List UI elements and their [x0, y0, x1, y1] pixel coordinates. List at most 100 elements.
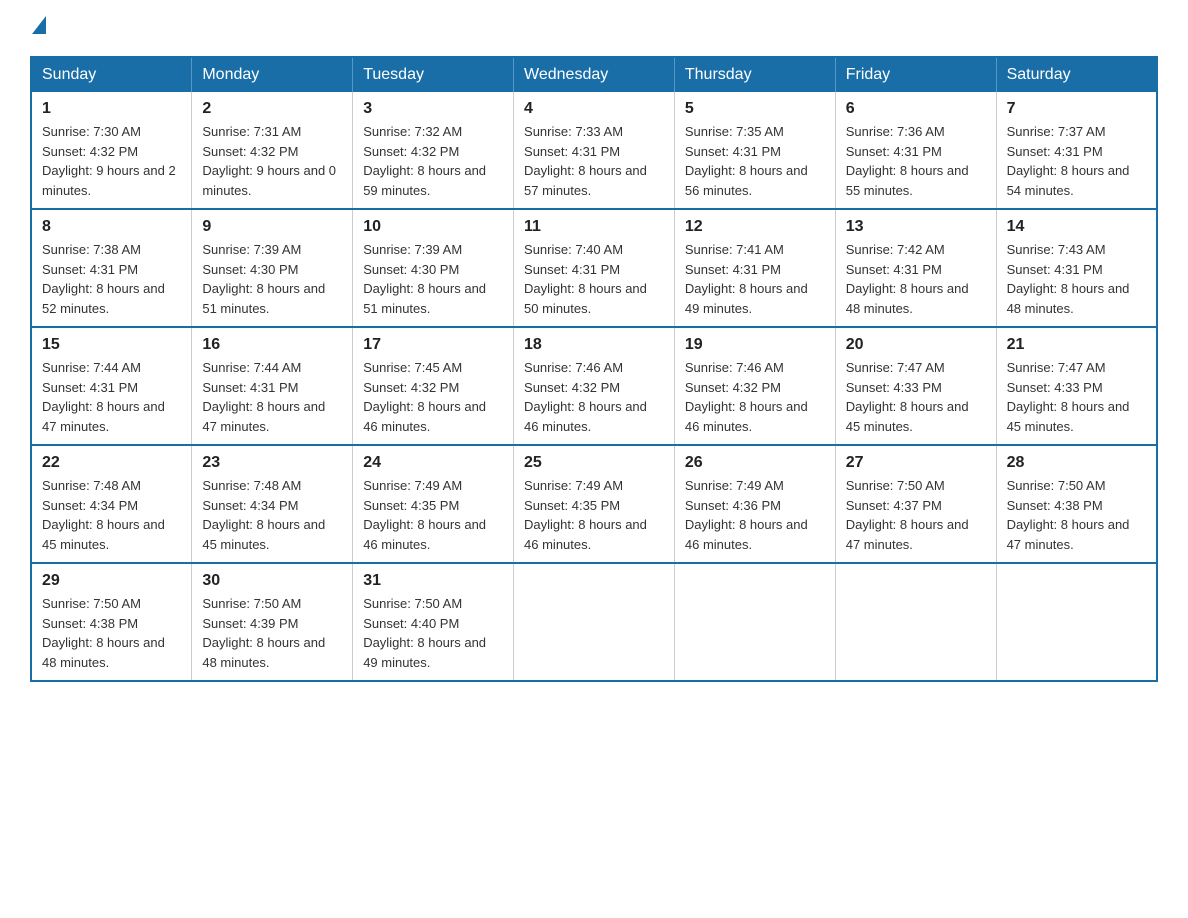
- day-info: Sunrise: 7:31 AMSunset: 4:32 PMDaylight:…: [202, 124, 336, 198]
- day-info: Sunrise: 7:39 AMSunset: 4:30 PMDaylight:…: [202, 242, 325, 316]
- day-number: 23: [202, 454, 342, 472]
- day-info: Sunrise: 7:44 AMSunset: 4:31 PMDaylight:…: [202, 360, 325, 434]
- calendar-day-cell: 13 Sunrise: 7:42 AMSunset: 4:31 PMDayligh…: [835, 209, 996, 327]
- day-number: 3: [363, 100, 503, 118]
- calendar-day-cell: 10Sunrise: 7:39 AMSunset: 4:30 PMDayligh…: [353, 209, 514, 327]
- day-number: 2: [202, 100, 342, 118]
- day-number: 25: [524, 454, 664, 472]
- weekday-header-wednesday: Wednesday: [514, 57, 675, 92]
- day-info: Sunrise: 7:50 AMSunset: 4:40 PMDaylight:…: [363, 596, 486, 670]
- logo-triangle-icon: [32, 16, 46, 34]
- day-info: Sunrise: 7:48 AMSunset: 4:34 PMDaylight:…: [42, 478, 165, 552]
- day-number: 18: [524, 336, 664, 354]
- day-info: Sunrise: 7:50 AMSunset: 4:38 PMDaylight:…: [1007, 478, 1130, 552]
- calendar-day-cell: 21 Sunrise: 7:47 AMSunset: 4:33 PMDayligh…: [996, 327, 1157, 445]
- weekday-header-sunday: Sunday: [31, 57, 192, 92]
- calendar-day-cell: 8 Sunrise: 7:38 AMSunset: 4:31 PMDaylight…: [31, 209, 192, 327]
- logo: [30, 20, 50, 38]
- day-info: Sunrise: 7:47 AMSunset: 4:33 PMDaylight:…: [846, 360, 969, 434]
- calendar-day-cell: 4 Sunrise: 7:33 AMSunset: 4:31 PMDaylight…: [514, 92, 675, 209]
- day-number: 13: [846, 218, 986, 236]
- day-info: Sunrise: 7:45 AMSunset: 4:32 PMDaylight:…: [363, 360, 486, 434]
- day-info: Sunrise: 7:49 AMSunset: 4:35 PMDaylight:…: [363, 478, 486, 552]
- day-number: 27: [846, 454, 986, 472]
- day-number: 7: [1007, 100, 1146, 118]
- calendar-week-row: 15 Sunrise: 7:44 AMSunset: 4:31 PMDayligh…: [31, 327, 1157, 445]
- calendar-day-cell: 28Sunrise: 7:50 AMSunset: 4:38 PMDayligh…: [996, 445, 1157, 563]
- day-info: Sunrise: 7:36 AMSunset: 4:31 PMDaylight:…: [846, 124, 969, 198]
- calendar-day-cell: [835, 563, 996, 681]
- calendar-day-cell: 12 Sunrise: 7:41 AMSunset: 4:31 PMDayligh…: [674, 209, 835, 327]
- day-info: Sunrise: 7:41 AMSunset: 4:31 PMDaylight:…: [685, 242, 808, 316]
- calendar-day-cell: 17 Sunrise: 7:45 AMSunset: 4:32 PMDayligh…: [353, 327, 514, 445]
- day-info: Sunrise: 7:46 AMSunset: 4:32 PMDaylight:…: [685, 360, 808, 434]
- calendar-table: SundayMondayTuesdayWednesdayThursdayFrid…: [30, 56, 1158, 682]
- calendar-day-cell: 24 Sunrise: 7:49 AMSunset: 4:35 PMDayligh…: [353, 445, 514, 563]
- day-info: Sunrise: 7:44 AMSunset: 4:31 PMDaylight:…: [42, 360, 165, 434]
- day-number: 29: [42, 572, 181, 590]
- calendar-week-row: 29Sunrise: 7:50 AMSunset: 4:38 PMDayligh…: [31, 563, 1157, 681]
- calendar-day-cell: 9Sunrise: 7:39 AMSunset: 4:30 PMDaylight…: [192, 209, 353, 327]
- calendar-day-cell: 26Sunrise: 7:49 AMSunset: 4:36 PMDayligh…: [674, 445, 835, 563]
- calendar-day-cell: 20Sunrise: 7:47 AMSunset: 4:33 PMDayligh…: [835, 327, 996, 445]
- day-number: 8: [42, 218, 181, 236]
- calendar-day-cell: 29Sunrise: 7:50 AMSunset: 4:38 PMDayligh…: [31, 563, 192, 681]
- day-info: Sunrise: 7:47 AMSunset: 4:33 PMDaylight:…: [1007, 360, 1130, 434]
- weekday-header-thursday: Thursday: [674, 57, 835, 92]
- weekday-header-tuesday: Tuesday: [353, 57, 514, 92]
- calendar-day-cell: 6Sunrise: 7:36 AMSunset: 4:31 PMDaylight…: [835, 92, 996, 209]
- calendar-day-cell: 30 Sunrise: 7:50 AMSunset: 4:39 PMDayligh…: [192, 563, 353, 681]
- day-number: 19: [685, 336, 825, 354]
- calendar-day-cell: 1 Sunrise: 7:30 AMSunset: 4:32 PMDaylight…: [31, 92, 192, 209]
- day-info: Sunrise: 7:49 AMSunset: 4:36 PMDaylight:…: [685, 478, 808, 552]
- day-number: 22: [42, 454, 181, 472]
- day-number: 16: [202, 336, 342, 354]
- day-info: Sunrise: 7:50 AMSunset: 4:37 PMDaylight:…: [846, 478, 969, 552]
- calendar-day-cell: 19 Sunrise: 7:46 AMSunset: 4:32 PMDayligh…: [674, 327, 835, 445]
- day-number: 12: [685, 218, 825, 236]
- calendar-day-cell: 27 Sunrise: 7:50 AMSunset: 4:37 PMDayligh…: [835, 445, 996, 563]
- calendar-day-cell: 31 Sunrise: 7:50 AMSunset: 4:40 PMDayligh…: [353, 563, 514, 681]
- day-info: Sunrise: 7:46 AMSunset: 4:32 PMDaylight:…: [524, 360, 647, 434]
- day-number: 1: [42, 100, 181, 118]
- day-info: Sunrise: 7:37 AMSunset: 4:31 PMDaylight:…: [1007, 124, 1130, 198]
- calendar-day-cell: 16 Sunrise: 7:44 AMSunset: 4:31 PMDayligh…: [192, 327, 353, 445]
- calendar-day-cell: 23 Sunrise: 7:48 AMSunset: 4:34 PMDayligh…: [192, 445, 353, 563]
- page-header: [30, 20, 1158, 38]
- day-number: 24: [363, 454, 503, 472]
- day-number: 15: [42, 336, 181, 354]
- day-info: Sunrise: 7:38 AMSunset: 4:31 PMDaylight:…: [42, 242, 165, 316]
- day-info: Sunrise: 7:33 AMSunset: 4:31 PMDaylight:…: [524, 124, 647, 198]
- day-info: Sunrise: 7:40 AMSunset: 4:31 PMDaylight:…: [524, 242, 647, 316]
- calendar-week-row: 8 Sunrise: 7:38 AMSunset: 4:31 PMDaylight…: [31, 209, 1157, 327]
- calendar-day-cell: 2 Sunrise: 7:31 AMSunset: 4:32 PMDaylight…: [192, 92, 353, 209]
- calendar-day-cell: 14 Sunrise: 7:43 AMSunset: 4:31 PMDayligh…: [996, 209, 1157, 327]
- day-info: Sunrise: 7:39 AMSunset: 4:30 PMDaylight:…: [363, 242, 486, 316]
- calendar-day-cell: 7 Sunrise: 7:37 AMSunset: 4:31 PMDaylight…: [996, 92, 1157, 209]
- day-info: Sunrise: 7:42 AMSunset: 4:31 PMDaylight:…: [846, 242, 969, 316]
- day-number: 31: [363, 572, 503, 590]
- calendar-week-row: 1 Sunrise: 7:30 AMSunset: 4:32 PMDaylight…: [31, 92, 1157, 209]
- day-info: Sunrise: 7:49 AMSunset: 4:35 PMDaylight:…: [524, 478, 647, 552]
- day-info: Sunrise: 7:30 AMSunset: 4:32 PMDaylight:…: [42, 124, 176, 198]
- calendar-day-cell: [674, 563, 835, 681]
- day-number: 4: [524, 100, 664, 118]
- weekday-header-friday: Friday: [835, 57, 996, 92]
- day-info: Sunrise: 7:48 AMSunset: 4:34 PMDaylight:…: [202, 478, 325, 552]
- calendar-day-cell: 11Sunrise: 7:40 AMSunset: 4:31 PMDayligh…: [514, 209, 675, 327]
- day-info: Sunrise: 7:32 AMSunset: 4:32 PMDaylight:…: [363, 124, 486, 198]
- day-info: Sunrise: 7:43 AMSunset: 4:31 PMDaylight:…: [1007, 242, 1130, 316]
- calendar-day-cell: 5Sunrise: 7:35 AMSunset: 4:31 PMDaylight…: [674, 92, 835, 209]
- day-number: 21: [1007, 336, 1146, 354]
- day-number: 5: [685, 100, 825, 118]
- day-number: 30: [202, 572, 342, 590]
- calendar-day-cell: 18 Sunrise: 7:46 AMSunset: 4:32 PMDayligh…: [514, 327, 675, 445]
- calendar-day-cell: 22 Sunrise: 7:48 AMSunset: 4:34 PMDayligh…: [31, 445, 192, 563]
- calendar-week-row: 22 Sunrise: 7:48 AMSunset: 4:34 PMDayligh…: [31, 445, 1157, 563]
- day-number: 14: [1007, 218, 1146, 236]
- weekday-header-saturday: Saturday: [996, 57, 1157, 92]
- calendar-day-cell: 15 Sunrise: 7:44 AMSunset: 4:31 PMDayligh…: [31, 327, 192, 445]
- day-info: Sunrise: 7:50 AMSunset: 4:39 PMDaylight:…: [202, 596, 325, 670]
- weekday-header-monday: Monday: [192, 57, 353, 92]
- day-number: 17: [363, 336, 503, 354]
